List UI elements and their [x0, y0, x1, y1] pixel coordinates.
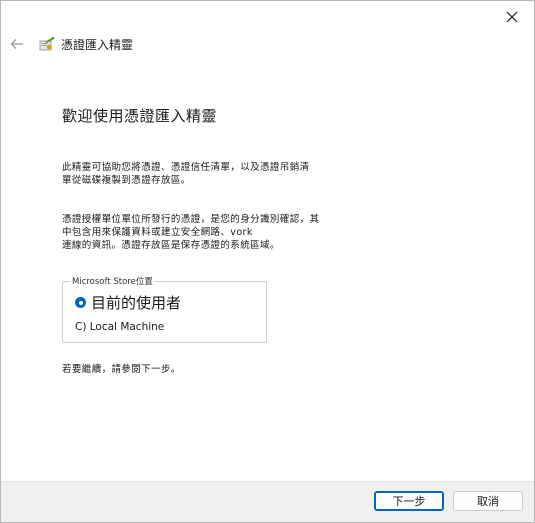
footer-bar: 下一步 取消 — [1, 481, 534, 522]
cancel-button[interactable]: 取消 — [453, 491, 523, 511]
intro-line: 單從磁碟複製到憑證存放區。 — [62, 175, 191, 186]
continue-instruction: 若要繼續，請參閱下一步。 — [62, 364, 181, 375]
header: 憑證匯入精靈 — [7, 34, 133, 54]
intro-line: 此精靈可協助您將憑證、憑證信任清單，以及憑證吊銷清 — [62, 162, 310, 173]
close-icon — [506, 11, 518, 23]
page-title: 歡迎使用憑證匯入精靈 — [62, 107, 218, 125]
store-location-legend: Microsoft Store位置 — [70, 275, 155, 287]
intro-paragraph: 此精靈可協助您將憑證、憑證信任清單，以及憑證吊銷清 單從磁碟複製到憑證存放區。 — [62, 161, 362, 187]
radio-selected-icon — [75, 297, 86, 308]
store-location-group: Microsoft Store位置 目前的使用者 C) Local Machin… — [62, 275, 267, 343]
explanation-line: 憑證授權單位單位所發行的憑證，是您的身分識別確認，其 — [62, 214, 320, 225]
certificate-icon — [39, 37, 54, 51]
back-button[interactable] — [7, 34, 27, 54]
radio-local-machine-label: C) Local Machine — [75, 321, 165, 333]
window-title: 憑證匯入精靈 — [61, 37, 134, 52]
close-button[interactable] — [496, 3, 528, 31]
explanation-line: 連線的資訊。憑證存放區是保存憑證的系統區域。 — [62, 240, 280, 251]
radio-current-user-label: 目前的使用者 — [91, 294, 182, 312]
explanation-line: 中包含用來保護資料或建立安全網路、vork — [62, 227, 253, 238]
certificate-explanation: 憑證授權單位單位所發行的憑證，是您的身分識別確認，其 中包含用來保護資料或建立安… — [62, 213, 342, 252]
radio-current-user[interactable]: 目前的使用者 — [75, 292, 181, 313]
radio-local-machine[interactable]: C) Local Machine — [75, 321, 164, 333]
wizard-content: 歡迎使用憑證匯入精靈 此精靈可協助您將憑證、憑證信任清單，以及憑證吊銷清 單從磁… — [62, 105, 482, 375]
back-arrow-icon — [10, 39, 23, 49]
certificate-import-wizard-window: 憑證匯入精靈 歡迎使用憑證匯入精靈 此精靈可協助您將憑證、憑證信任清單，以及憑證… — [0, 0, 535, 523]
next-button[interactable]: 下一步 — [374, 491, 444, 511]
